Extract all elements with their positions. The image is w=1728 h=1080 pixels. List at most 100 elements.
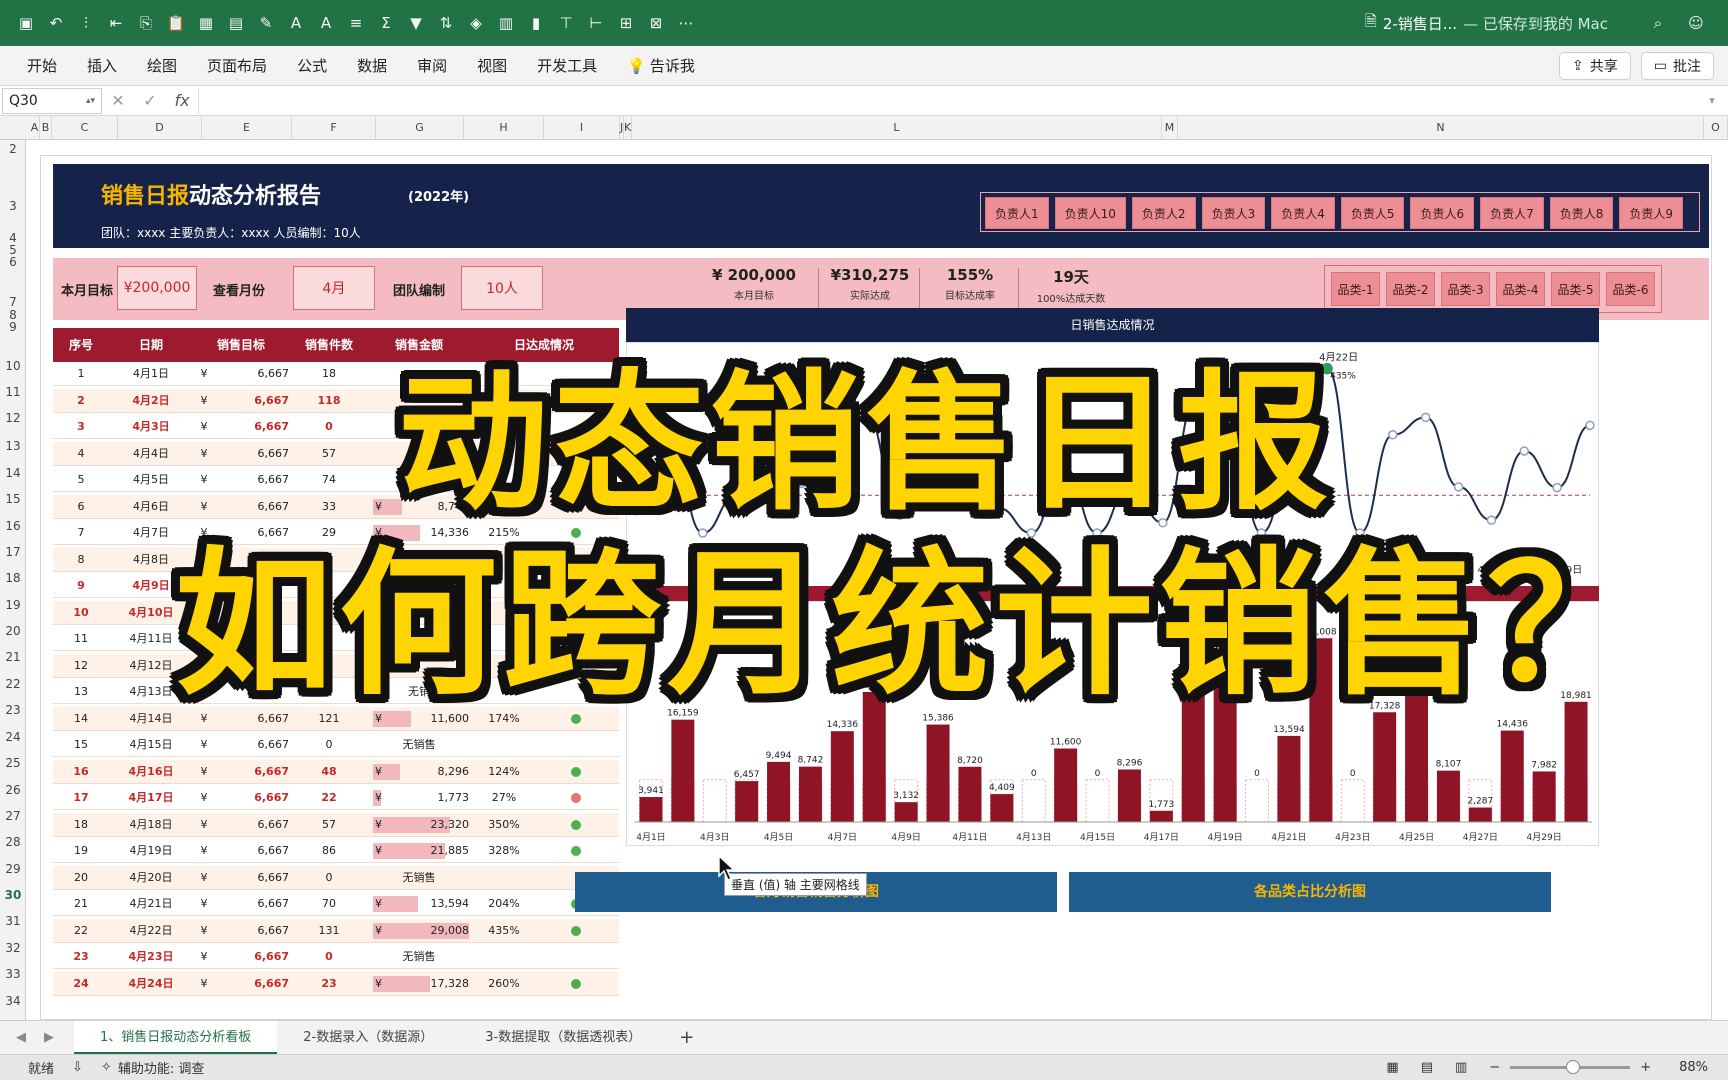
column-header[interactable]: C	[52, 116, 118, 140]
sheet-tab-dashboard[interactable]: 1、销售日报动态分析看板	[74, 1020, 278, 1055]
table-row[interactable]: ¥16 4月16日 ¥6,667 48 8,296 124%	[53, 759, 619, 784]
row-header[interactable]: 10	[0, 359, 26, 373]
tab-data[interactable]: 数据	[342, 55, 402, 76]
row-header[interactable]: 21	[0, 650, 26, 664]
sales-bar[interactable]	[735, 781, 759, 822]
font-increase-icon[interactable]: A	[286, 13, 306, 33]
sales-bar[interactable]	[1436, 770, 1460, 822]
row-header[interactable]: 16	[0, 519, 26, 533]
confirm-icon[interactable]: ✓	[134, 91, 166, 110]
indent-icon[interactable]: ⇤	[106, 13, 126, 33]
sales-bar[interactable]	[926, 724, 950, 822]
font-decrease-icon[interactable]: A	[316, 13, 336, 33]
column-header[interactable]: K	[624, 116, 632, 140]
row-header[interactable]: 12	[0, 411, 26, 425]
table-row[interactable]: ¥17 4月17日 ¥6,667 22 1,773 27%	[53, 786, 619, 810]
sales-bar[interactable]	[639, 797, 663, 822]
row-header[interactable]: 32	[0, 941, 26, 955]
month-value[interactable]: 4月	[293, 266, 375, 310]
target-value[interactable]: ¥200,000	[117, 266, 197, 310]
person-filter-button[interactable]: 负责人2	[1131, 197, 1196, 229]
line-point[interactable]	[1388, 430, 1398, 440]
person-filter-button[interactable]: 负责人3	[1201, 197, 1266, 229]
page-layout-icon[interactable]: ▤	[1421, 1060, 1433, 1075]
table-row[interactable]: 15 4月15日 ¥6,667 0 无销售	[53, 733, 619, 757]
distribute-icon[interactable]: ⊞	[616, 13, 636, 33]
line-point[interactable]	[1420, 412, 1431, 423]
copy-icon[interactable]: ⎘	[136, 13, 156, 33]
row-header[interactable]: 13	[0, 439, 26, 453]
row-header[interactable]: 19	[0, 598, 26, 612]
sum-icon[interactable]: Σ	[376, 13, 396, 33]
person-filter-button[interactable]: 负责人8	[1549, 197, 1614, 229]
table-row[interactable]: ¥18 4月18日 ¥6,667 57 23,320 350%	[53, 812, 619, 837]
align-left-icon[interactable]: ⊢	[586, 13, 606, 33]
accessibility-status[interactable]: 辅助功能: 调查	[118, 1058, 205, 1077]
sales-bar[interactable]	[990, 794, 1014, 822]
normal-view-icon[interactable]: ▦	[1386, 1060, 1398, 1075]
row-header[interactable]: 26	[0, 783, 26, 797]
row-header[interactable]: 18	[0, 571, 26, 585]
filter-icon[interactable]: ▼	[406, 13, 426, 33]
chart-icon[interactable]: ▥	[496, 13, 516, 33]
brush-icon[interactable]: ✎	[256, 13, 276, 33]
person-filter-button[interactable]: 负责人1	[985, 197, 1049, 229]
stepper-icon[interactable]: ▴▾	[86, 96, 95, 106]
category-filter-button[interactable]: 品类-5	[1551, 272, 1600, 306]
tab-developer[interactable]: 开发工具	[522, 55, 612, 76]
next-sheet-icon[interactable]: ▶	[44, 1030, 54, 1045]
line-point[interactable]	[1453, 482, 1464, 492]
name-box[interactable]: Q30 ▴▾	[2, 87, 102, 114]
person-filter-button[interactable]: 负责人10	[1054, 197, 1126, 229]
zoom-level[interactable]: 88%	[1679, 1060, 1708, 1075]
row-header[interactable]: 20	[0, 624, 26, 638]
category-filter-button[interactable]: 品类-6	[1606, 272, 1655, 306]
sales-bar[interactable]	[798, 766, 822, 822]
tab-insert[interactable]: 插入	[72, 55, 132, 76]
person-filter-button[interactable]: 负责人5	[1340, 197, 1405, 229]
tab-page-layout[interactable]: 页面布局	[192, 55, 282, 76]
row-header[interactable]: 14	[0, 466, 26, 480]
category-filter-button[interactable]: 品类-4	[1496, 272, 1545, 306]
row-header[interactable]: 6	[0, 255, 26, 269]
page-break-icon[interactable]: ▥	[1455, 1060, 1467, 1075]
shape-icon[interactable]: ◈	[466, 13, 486, 33]
row-header[interactable]: 22	[0, 677, 26, 691]
table-row[interactable]: ¥24 4月24日 ¥6,667 23 17,328 260%	[53, 971, 619, 996]
row-header[interactable]: 30	[0, 888, 26, 902]
table-icon[interactable]: ▦	[196, 13, 216, 33]
row-header[interactable]: 2	[0, 142, 26, 156]
person-filter-button[interactable]: 负责人4	[1271, 197, 1335, 229]
paste-icon[interactable]: 📋	[166, 13, 186, 33]
row-header[interactable]: 28	[0, 835, 26, 849]
prev-sheet-icon[interactable]: ◀	[16, 1030, 26, 1045]
sales-bar[interactable]	[894, 802, 918, 822]
add-sheet-icon[interactable]: +	[667, 1021, 706, 1055]
grid-icon[interactable]: ▤	[226, 13, 246, 33]
row-header[interactable]: 7	[0, 295, 26, 309]
pivot-icon[interactable]: ⊠	[646, 13, 666, 33]
row-header[interactable]: 25	[0, 756, 26, 770]
fx-icon[interactable]: fx	[166, 91, 198, 110]
table-row[interactable]: ¥22 4月22日 ¥6,667 131 29,008 435%	[53, 918, 619, 943]
row-header[interactable]: 27	[0, 809, 26, 823]
align-icon[interactable]: ≡	[346, 13, 366, 33]
zoom-slider[interactable]	[1510, 1060, 1631, 1074]
zoom-in-icon[interactable]: +	[1640, 1060, 1651, 1075]
column-header[interactable]: L	[632, 116, 1162, 140]
row-header[interactable]: 11	[0, 385, 26, 399]
sales-bar[interactable]	[1277, 735, 1301, 822]
tab-view[interactable]: 视图	[462, 55, 522, 76]
column-header[interactable]: B	[40, 116, 52, 140]
tell-me[interactable]: 💡 告诉我	[612, 55, 710, 76]
sales-bar[interactable]	[1500, 730, 1524, 822]
row-header[interactable]: 9	[0, 320, 26, 334]
row-header[interactable]: 34	[0, 994, 26, 1008]
column-header[interactable]: O	[1704, 116, 1728, 140]
column-header[interactable]: D	[118, 116, 202, 140]
table-row[interactable]: 20 4月20日 ¥6,667 0 无销售	[53, 865, 619, 890]
table-row[interactable]: 23 4月23日 ¥6,667 0 无销售	[53, 945, 619, 969]
column-header[interactable]: H	[464, 116, 544, 140]
row-header[interactable]: 23	[0, 703, 26, 717]
line-point[interactable]	[1519, 446, 1530, 456]
